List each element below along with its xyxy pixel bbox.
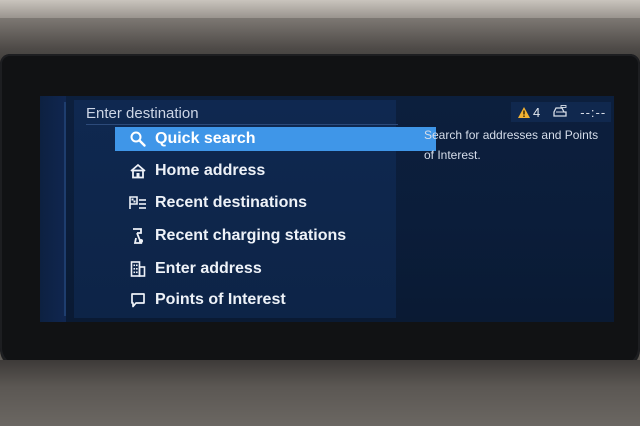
rail-divider <box>64 102 66 316</box>
search-icon <box>127 130 149 148</box>
menu-item-label: Quick search <box>155 130 256 147</box>
dashboard-bottom <box>0 360 640 426</box>
address-icon <box>127 260 149 278</box>
warning-indicator[interactable]: 4 <box>517 105 540 120</box>
page-title: Enter destination <box>86 104 398 125</box>
menu-item-recent-destinations[interactable]: Recent destinations <box>115 191 307 215</box>
menu-item-label: Home address <box>155 162 266 179</box>
left-rail <box>40 96 66 322</box>
menu-item-label: Points of Interest <box>155 291 286 308</box>
menu-item-enter-address[interactable]: Enter address <box>115 257 262 281</box>
menu-item-label: Recent destinations <box>155 194 308 211</box>
warning-icon <box>518 106 530 118</box>
menu-item-home-address[interactable]: Home address <box>115 159 265 183</box>
status-bar: 4 --:-- <box>511 102 611 122</box>
warning-count: 4 <box>533 104 541 120</box>
menu-item-label: Enter address <box>155 260 262 277</box>
menu-item-quick-search[interactable]: Quick search <box>115 127 436 151</box>
menu-item-points-of-interest[interactable]: Points of Interest <box>115 288 286 312</box>
car-status-icon <box>553 105 567 117</box>
home-icon <box>127 162 149 180</box>
poi-icon <box>127 291 149 309</box>
menu-item-label: Recent charging stations <box>155 227 347 244</box>
clock: --:-- <box>580 104 607 120</box>
menu-item-recent-charging-stations[interactable]: Recent charging stations <box>115 224 346 248</box>
charging-station-icon <box>127 227 149 245</box>
infotainment-screen: Enter destination 4 --:-- Quick search H… <box>40 96 614 322</box>
help-text: Search for addresses and Points of Inter… <box>424 128 599 162</box>
recent-destinations-icon <box>127 194 149 212</box>
